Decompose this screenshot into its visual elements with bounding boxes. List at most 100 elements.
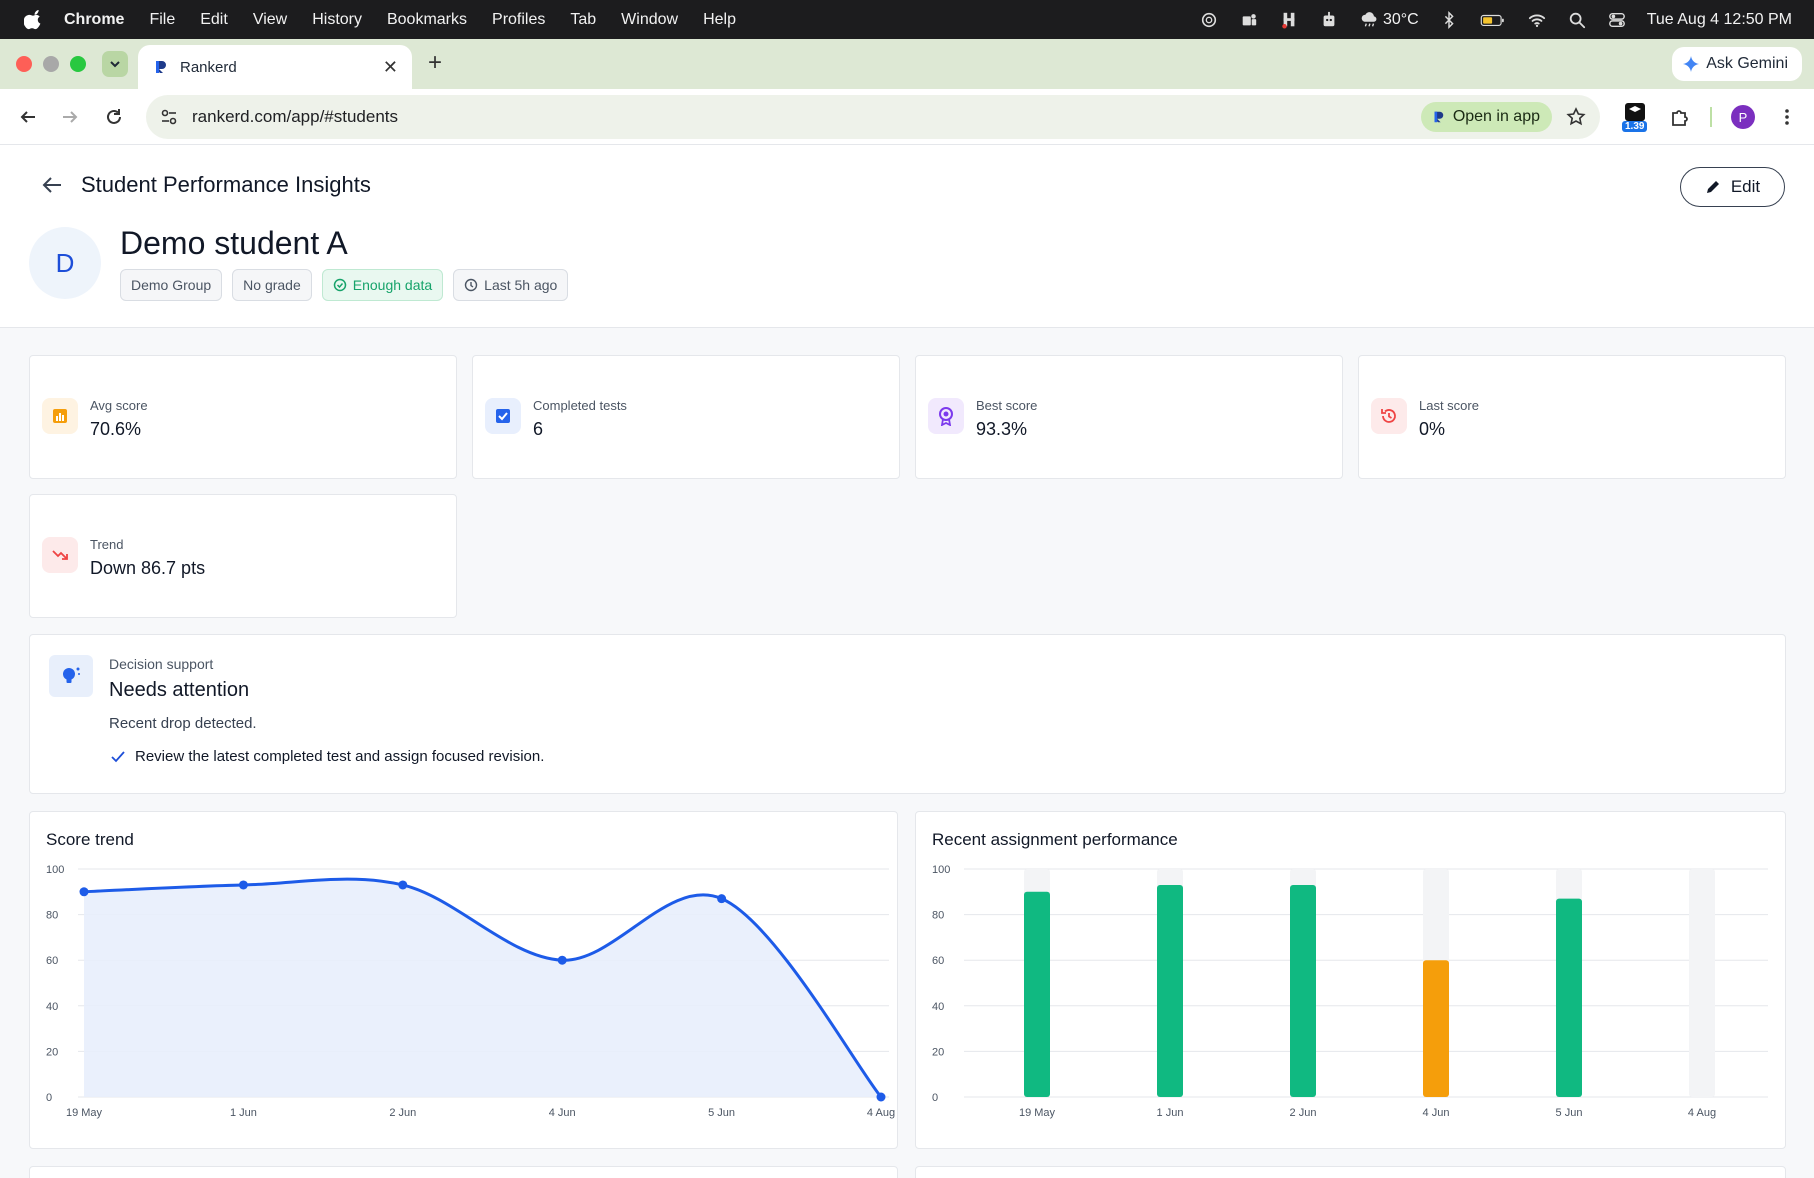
menubar-clock[interactable]: Tue Aug 4 12:50 PM — [1647, 11, 1792, 29]
ask-gemini-button[interactable]: Ask Gemini — [1672, 47, 1802, 81]
battery-icon[interactable] — [1479, 11, 1507, 29]
menu-window[interactable]: Window — [621, 11, 678, 29]
open-in-app-button[interactable]: Open in app — [1420, 102, 1552, 132]
tab-search-button[interactable] — [102, 51, 128, 77]
y-tick-label: 20 — [932, 1046, 944, 1058]
openai-icon[interactable] — [1199, 11, 1219, 29]
data-point — [398, 880, 408, 890]
stat-value: 0% — [1419, 419, 1446, 439]
decision-label: Decision support — [109, 656, 214, 672]
menu-history[interactable]: History — [312, 11, 362, 29]
edit-button-label: Edit — [1730, 177, 1761, 196]
bottom-card-right — [915, 1166, 1786, 1178]
menu-app-chrome[interactable]: Chrome — [64, 11, 124, 29]
x-tick-label: 19 May — [66, 1107, 103, 1119]
back-button[interactable] — [16, 105, 40, 129]
x-tick-label: 4 Jun — [549, 1107, 576, 1119]
bar — [1556, 898, 1582, 1097]
menu-profiles[interactable]: Profiles — [492, 11, 545, 29]
bar — [1290, 884, 1316, 1097]
y-tick-label: 0 — [46, 1092, 52, 1104]
tab-title: Rankerd — [180, 58, 237, 76]
wifi-icon[interactable] — [1527, 11, 1547, 29]
x-tick-label: 5 Jun — [1556, 1107, 1583, 1119]
student-avatar: D — [29, 227, 101, 299]
x-tick-label: 1 Jun — [1157, 1107, 1184, 1119]
stat-value: 6 — [533, 419, 544, 439]
forward-button[interactable] — [58, 105, 82, 129]
cloud-rain-icon — [1361, 11, 1377, 27]
window-close-button[interactable] — [16, 56, 32, 72]
new-tab-button[interactable]: + — [428, 49, 442, 77]
trend-area — [84, 879, 881, 1097]
tab-close-icon[interactable]: ✕ — [383, 57, 398, 78]
edit-button[interactable]: Edit — [1680, 167, 1785, 207]
window-minimize-button[interactable] — [43, 56, 59, 72]
back-arrow-icon[interactable] — [40, 173, 64, 197]
control-center-icon[interactable] — [1607, 11, 1627, 29]
stat-label: Completed tests — [533, 398, 627, 413]
assignment-performance-card: Recent assignment performance 100 80 60 40 2… — [915, 811, 1786, 1149]
decision-title: Needs attention — [109, 679, 250, 701]
window-zoom-button[interactable] — [70, 56, 86, 72]
pencil-icon — [1706, 181, 1719, 193]
bar-chart-icon — [42, 398, 78, 434]
x-tick-label: 4 Aug — [1688, 1107, 1716, 1119]
address-bar[interactable]: rankerd.com/app/#students Open in app — [146, 95, 1600, 139]
decision-action-item: Review the latest completed test and ass… — [111, 748, 544, 765]
extension-badge-button[interactable]: 1.39 — [1622, 102, 1650, 132]
bar — [1423, 960, 1449, 1097]
y-tick-label: 0 — [932, 1092, 938, 1104]
apple-logo-icon[interactable] — [24, 9, 44, 30]
chevron-down-icon — [110, 61, 120, 68]
lightbulb-icon — [49, 655, 93, 697]
profile-avatar[interactable]: P — [1731, 105, 1755, 129]
check-icon — [111, 750, 125, 762]
data-point — [238, 880, 248, 890]
menu-bookmarks[interactable]: Bookmarks — [387, 11, 467, 29]
more-vertical-icon — [1785, 109, 1789, 125]
x-tick-label: 2 Jun — [1290, 1107, 1317, 1119]
menubar-status-area: 30°C Tue Aug 4 12:50 PM — [1199, 11, 1792, 29]
stat-card-last-score: Last score 0% — [1358, 355, 1786, 479]
hammer-app-icon[interactable] — [1279, 11, 1299, 29]
grade-chip: No grade — [232, 269, 312, 301]
data-status-label: Enough data — [352, 277, 433, 293]
menu-file[interactable]: File — [149, 11, 175, 29]
menu-help[interactable]: Help — [703, 11, 736, 29]
group-chip: Demo Group — [120, 269, 223, 301]
reload-icon — [107, 109, 121, 124]
stat-value: 70.6% — [90, 419, 142, 439]
robot-icon[interactable] — [1319, 11, 1339, 29]
site-settings-icon[interactable] — [160, 108, 178, 126]
check-circle-icon — [333, 278, 346, 292]
macos-menubar: Chrome File Edit View History Bookmarks … — [0, 0, 1814, 39]
y-tick-label: 80 — [932, 910, 944, 922]
browser-tab-rankerd[interactable]: Rankerd ✕ — [138, 45, 412, 89]
reload-button[interactable] — [102, 105, 126, 129]
stat-card-best-score: Best score 93.3% — [915, 355, 1343, 479]
y-tick-label: 100 — [46, 864, 64, 876]
y-tick-label: 40 — [46, 1001, 58, 1013]
ask-gemini-label: Ask Gemini — [1706, 55, 1788, 72]
menu-edit[interactable]: Edit — [200, 11, 228, 29]
data-point — [79, 887, 89, 897]
x-tick-label: 19 May — [1019, 1107, 1056, 1119]
stat-card-avg-score: Avg score 70.6% — [29, 355, 457, 479]
bookmark-star-icon[interactable] — [1566, 107, 1586, 127]
chrome-menu-button[interactable] — [1775, 105, 1799, 129]
weather-widget[interactable]: 30°C — [1359, 11, 1419, 29]
stat-label: Last score — [1419, 398, 1479, 413]
arrow-right-icon — [63, 111, 78, 123]
browser-toolbar: rankerd.com/app/#students Open in app 1.… — [0, 89, 1814, 145]
spotlight-search-icon[interactable] — [1567, 11, 1587, 29]
menu-view[interactable]: View — [253, 11, 287, 29]
score-trend-chart: 100 80 60 40 20 0 19 May 1 Jun 2 Jun 4 Jun 5 Jun 4 … — [46, 864, 895, 1119]
assignment-performance-chart: 100 80 60 40 20 0 19 May 1 Jun 2 Jun 4 Jun 5 Jun 4 … — [932, 864, 1768, 1119]
extensions-button[interactable] — [1668, 105, 1692, 129]
bottom-card-left — [29, 1166, 898, 1178]
menu-tab[interactable]: Tab — [570, 11, 596, 29]
url-text: rankerd.com/app/#students — [192, 107, 399, 126]
teams-icon[interactable] — [1239, 11, 1259, 29]
bluetooth-icon[interactable] — [1439, 10, 1459, 29]
